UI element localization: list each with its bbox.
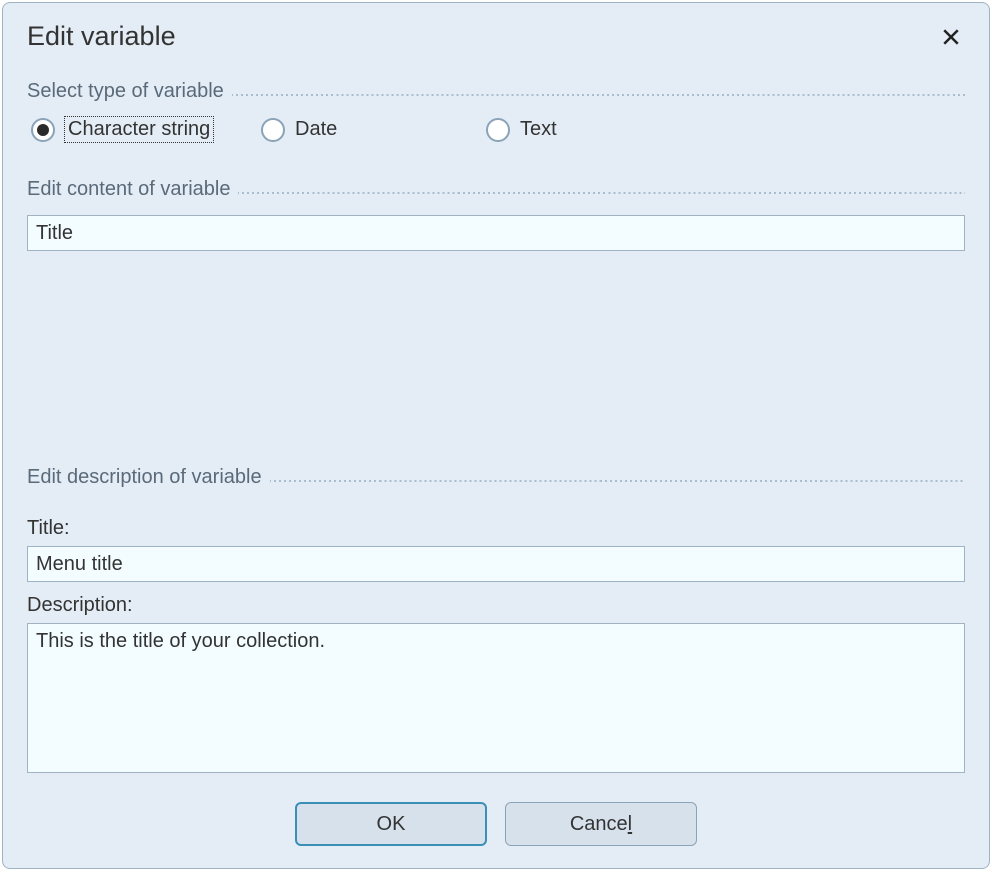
radio-option-date[interactable]: Date (261, 118, 486, 142)
spacer (27, 263, 965, 466)
section-content-label: Edit content of variable (27, 178, 230, 201)
divider (232, 94, 965, 96)
title-field-label: Title: (27, 517, 965, 540)
divider (238, 192, 965, 194)
content-field-wrapper (27, 215, 965, 251)
content-input[interactable] (27, 215, 965, 251)
close-button[interactable] (937, 23, 965, 51)
section-description-header: Edit description of variable (27, 466, 965, 489)
section-content-header: Edit content of variable (27, 178, 965, 201)
divider (270, 480, 965, 482)
section-type-header: Select type of variable (27, 80, 965, 103)
description-textarea[interactable]: This is the title of your collection. (27, 623, 965, 773)
radio-option-text[interactable]: Text (486, 118, 666, 142)
section-description-label: Edit description of variable (27, 466, 262, 489)
radio-icon (31, 118, 55, 142)
section-type-label: Select type of variable (27, 80, 224, 103)
radio-icon (486, 118, 510, 142)
description-field-label: Description: (27, 594, 965, 617)
dialog-title: Edit variable (27, 21, 176, 52)
edit-variable-dialog: Edit variable Select type of variable Ch… (2, 2, 990, 869)
dialog-titlebar: Edit variable (27, 21, 965, 52)
radio-icon (261, 118, 285, 142)
radio-option-character-string[interactable]: Character string (31, 117, 261, 142)
description-field-group: Description: This is the title of your c… (27, 594, 965, 778)
variable-type-radio-group: Character string Date Text (27, 117, 965, 142)
title-field-group: Title: (27, 517, 965, 582)
radio-label: Text (520, 118, 557, 141)
title-input[interactable] (27, 546, 965, 582)
dialog-button-row: OK Cancel (27, 802, 965, 846)
radio-label: Date (295, 118, 337, 141)
close-icon (942, 28, 960, 46)
radio-label: Character string (65, 117, 213, 142)
cancel-button[interactable]: Cancel (505, 802, 697, 846)
ok-button[interactable]: OK (295, 802, 487, 846)
